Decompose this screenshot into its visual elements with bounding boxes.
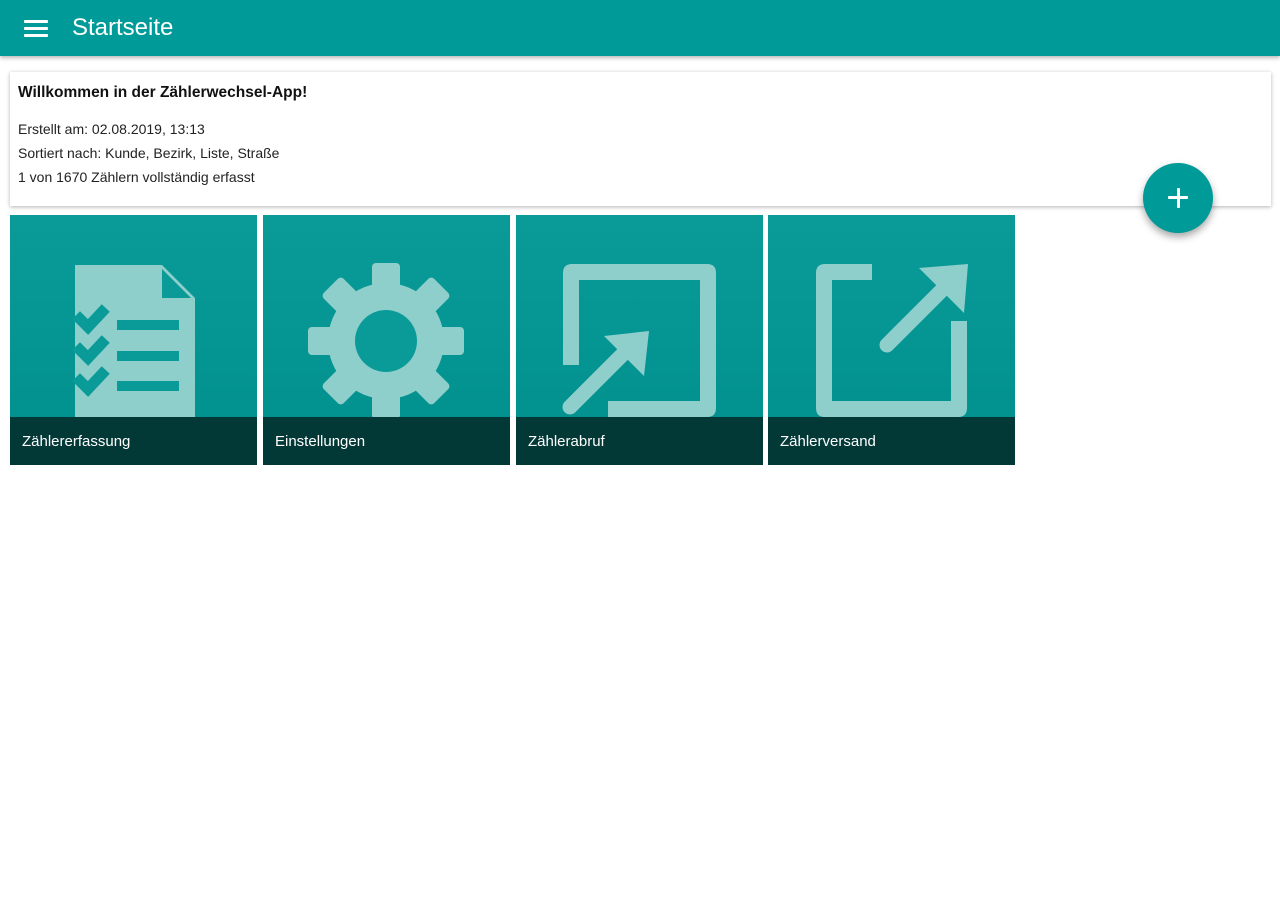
tile-label: Zählererfassung bbox=[22, 433, 131, 450]
import-arrow-icon bbox=[562, 264, 716, 417]
sort-order-text: Sortiert nach: Kunde, Bezirk, Liste, Str… bbox=[18, 145, 280, 161]
page-title: Startseite bbox=[72, 14, 174, 41]
tile-label: Einstellungen bbox=[275, 433, 366, 450]
tile-label: Zählerversand bbox=[780, 433, 876, 450]
tile-label-bar: Einstellungen bbox=[263, 417, 510, 465]
tile-label-bar: Zählerversand bbox=[768, 417, 1015, 465]
tile-label: Zählerabruf bbox=[528, 433, 605, 450]
tile-label-bar: Zählererfassung bbox=[10, 417, 257, 465]
progress-text: 1 von 1670 Zählern vollständig erfasst bbox=[18, 169, 255, 185]
welcome-title: Willkommen in der Zählerwechsel-App! bbox=[18, 84, 308, 101]
tile-zaehlerversand[interactable]: Zählerversand bbox=[768, 215, 1015, 465]
export-arrow-icon bbox=[816, 264, 968, 417]
welcome-card: Willkommen in der Zählerwechsel-App! Ers… bbox=[10, 72, 1271, 206]
gear-icon bbox=[308, 263, 464, 417]
tile-einstellungen[interactable]: Einstellungen bbox=[263, 215, 510, 465]
add-button[interactable] bbox=[1143, 163, 1213, 233]
created-date-text: Erstellt am: 02.08.2019, 13:13 bbox=[18, 121, 205, 137]
app-bar: Startseite bbox=[0, 0, 1280, 56]
tile-zaehlerabruf[interactable]: Zählerabruf bbox=[516, 215, 763, 465]
menu-icon[interactable] bbox=[16, 8, 56, 48]
tile-zaehlererfassung[interactable]: Zählererfassung bbox=[10, 215, 257, 465]
tile-label-bar: Zählerabruf bbox=[516, 417, 763, 465]
checklist-document-icon bbox=[72, 265, 195, 417]
